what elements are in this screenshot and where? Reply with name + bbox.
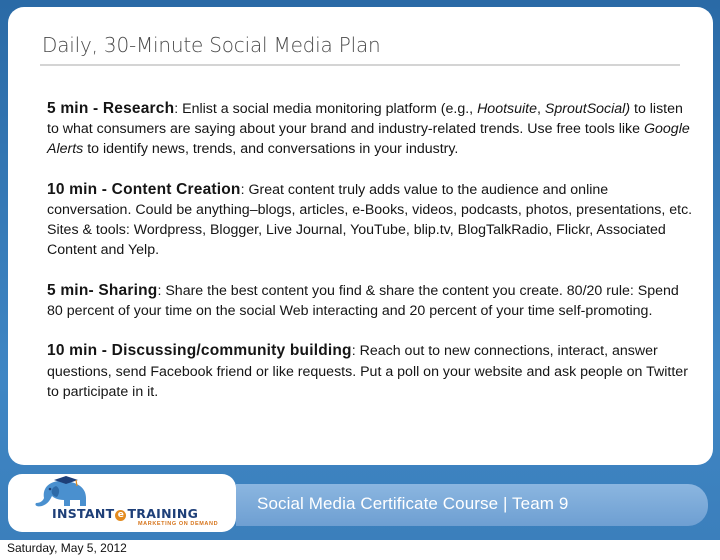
logo-e-badge: e [115, 510, 127, 521]
slide-title: Daily, 30-Minute Social Media Plan [42, 33, 381, 57]
logo-tagline: MARKETING ON DEMAND [138, 521, 219, 527]
section-text: : Enlist a social media monitoring platf… [174, 101, 478, 117]
section-research: 5 min - Research: Enlist a social media … [47, 99, 693, 160]
title-divider [40, 64, 680, 66]
logo-word-training: TRAINING [127, 506, 199, 521]
section-content-creation: 10 min - Content Creation: Great content… [47, 180, 693, 261]
content-card: Daily, 30-Minute Social Media Plan 5 min… [8, 7, 713, 465]
course-title: Social Media Certificate Course | Team 9 [257, 494, 569, 513]
slide-frame: Daily, 30-Minute Social Media Plan 5 min… [0, 0, 720, 540]
section-lead: 10 min - Discussing/community building [47, 342, 352, 360]
logo-wordmark: INSTANT e TRAINING [52, 506, 198, 521]
slide-body: 5 min - Research: Enlist a social media … [47, 99, 693, 402]
logo-word-instant: INSTANT [52, 506, 115, 521]
slide-date: Saturday, May 5, 2012 [7, 541, 127, 555]
company-logo: INSTANT e TRAINING MARKETING ON DEMAND [8, 474, 236, 532]
section-lead: 5 min- Sharing [47, 281, 158, 299]
course-banner: Social Media Certificate Course | Team 9 [236, 484, 708, 526]
italic-term: Hootsuite [477, 101, 537, 117]
section-text: to identify news, trends, and conversati… [83, 141, 459, 158]
section-lead: 5 min - Research [47, 100, 175, 117]
italic-term: SproutSocial) [544, 101, 631, 117]
section-text: , [537, 101, 545, 117]
section-discussing: 10 min - Discussing/community building: … [47, 341, 693, 402]
section-lead: 10 min - Content Creation [47, 180, 241, 198]
section-sharing: 5 min- Sharing: Share the best content y… [47, 281, 693, 321]
